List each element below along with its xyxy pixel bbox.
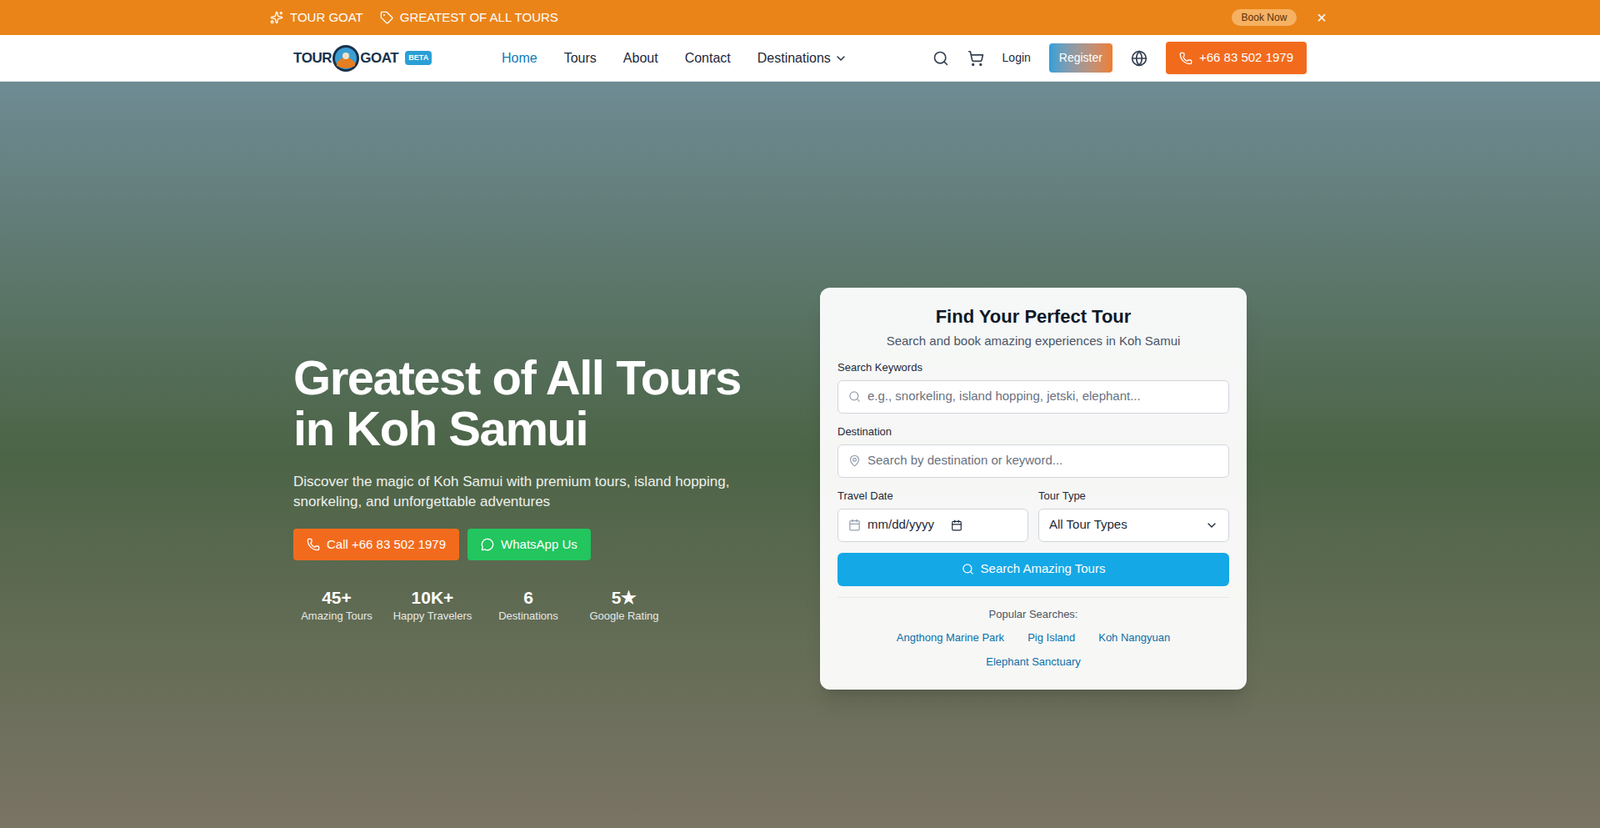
login-button[interactable]: Login [1002,49,1031,67]
nav-links: Home Tours About Contact Destinations [501,48,848,69]
popular-search-chip[interactable]: Angthong Marine Park [886,627,1015,648]
sparkles-icon [270,10,284,25]
register-button[interactable]: Register [1049,43,1113,73]
nav-link[interactable]: Home [501,48,538,69]
hero: Greatest of All Toursin Koh Samui Discove… [0,81,1600,828]
close-button[interactable]: × [1313,9,1330,26]
map-pin-icon [848,454,861,467]
nav-link[interactable]: About [623,48,659,69]
nav-link[interactable]: Destinations [757,48,848,69]
phone-icon [306,537,320,551]
search-button[interactable]: Search Amazing Tours [837,552,1230,586]
beta-badge: BETA [405,50,432,66]
whatsapp-icon [480,537,495,551]
book-now-button[interactable]: Book Now [1231,9,1298,26]
search-icon [961,562,975,575]
cart-icon[interactable] [967,50,985,67]
stats: 45+Amazing Tours10K+Happy Travelers6Dest… [293,586,780,624]
phone-icon [1179,51,1193,65]
whatsapp-button[interactable]: WhatsApp Us [467,528,591,560]
date-field[interactable]: mm/dd/yyyy [837,508,1029,542]
hero-subtitle: Discover the magic of Koh Samui with pre… [293,471,777,512]
page: TOUR GOATGREATEST OF ALL TOURSBook Now×T… [0,0,1600,828]
calendar-icon [848,518,861,531]
keywords-field[interactable] [837,380,1230,414]
chevron-down-icon [1205,518,1219,532]
logo[interactable]: TOURGOATBETA [293,44,502,73]
destination-input[interactable] [867,450,1219,470]
popular-search-chip[interactable]: Koh Nangyuan [1088,627,1180,648]
keywords-input[interactable] [867,386,1219,406]
top-bar: TOUR GOAT GREATEST OF ALL TOURS Book Now × [0,0,1600,35]
chevron-down-icon [834,51,848,65]
hero-title: Greatest of All Toursin Koh Samui [293,352,780,455]
stat: 5★Google Rating [580,586,668,624]
stat: 10K+Happy Travelers [389,586,476,624]
tag-icon [380,10,394,25]
goat-emblem-icon [331,44,360,73]
nav-link[interactable]: Contact [685,48,731,69]
destination-field[interactable] [837,444,1230,478]
search-card: Find Your Perfect TourSearch and book am… [820,287,1247,690]
stat: 6Destinations [485,586,572,624]
popular-search-chip[interactable]: Pig Island [1017,627,1085,648]
phone-button[interactable]: +66 83 502 1979 [1165,41,1307,75]
top-bar-item: GREATEST OF ALL TOURS [380,8,559,28]
top-bar-item: TOUR GOAT [270,8,364,28]
nav-link[interactable]: Tours [564,48,597,69]
date-picker-icon[interactable] [950,519,963,531]
globe-icon[interactable] [1130,50,1148,67]
stat: 45+Amazing Tours [293,586,380,624]
tour-type-select[interactable]: All Tour Types [1038,508,1230,542]
search-icon[interactable] [932,50,950,67]
call-button[interactable]: Call +66 83 502 1979 [293,528,460,560]
navbar: TOURGOATBETAHome Tours About Contact Destina… [0,35,1600,82]
search-icon [848,390,861,403]
popular-search-chip[interactable]: Elephant Sanctuary [975,651,1090,672]
hero-content: Greatest of All Toursin Koh Samui Discove… [293,352,780,625]
